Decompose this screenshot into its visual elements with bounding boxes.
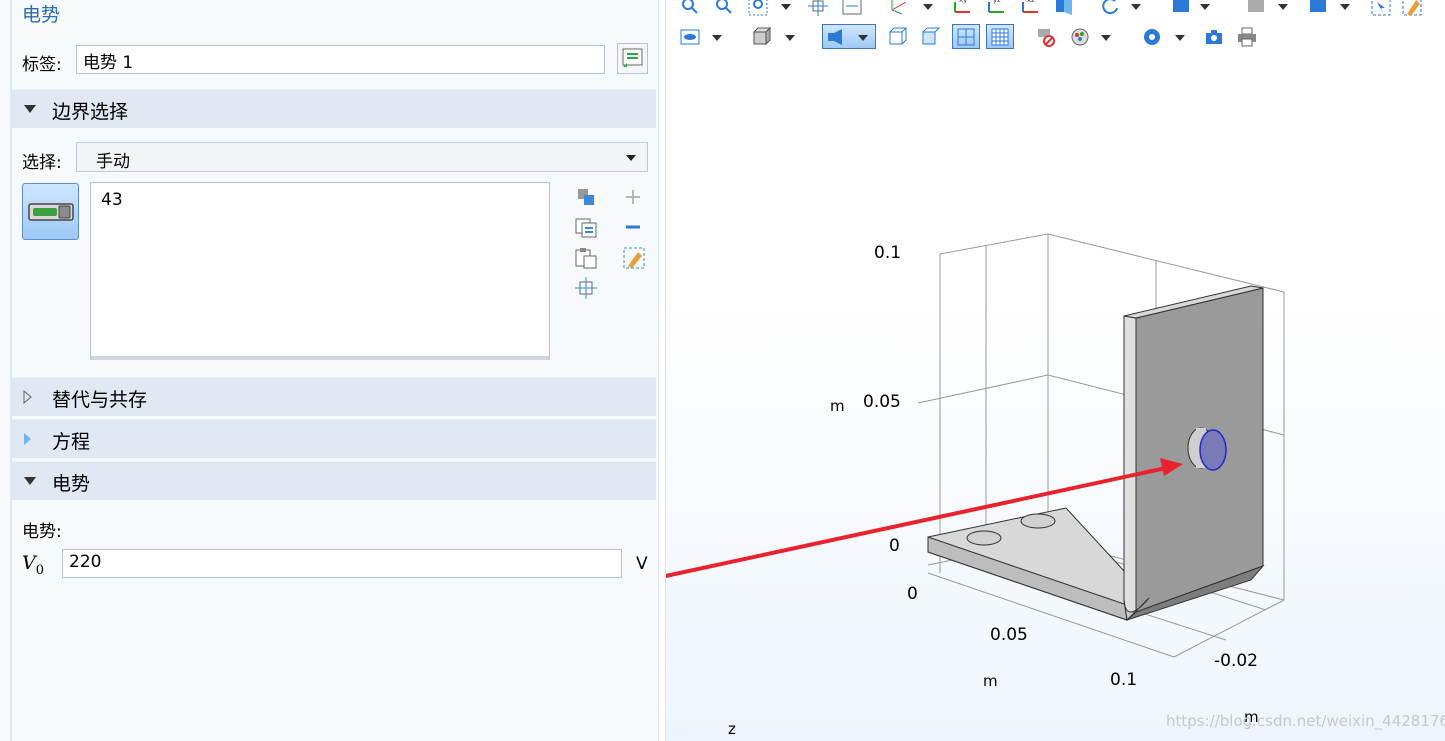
add-icon[interactable] [624, 188, 642, 206]
z-tick-mid: 0.05 [863, 392, 901, 412]
axis-z-label: z [728, 720, 736, 738]
x-tick-end: 0.1 [1110, 670, 1138, 690]
potential-unit: V [636, 554, 648, 574]
potential-input[interactable]: 220 [62, 549, 622, 578]
potential-symbol-letter: V [22, 552, 36, 574]
settings-panel: 电势 标签: 电势 1 边界选择 选择: 手动 43 替代与共存 方程 电势 电… [0, 0, 658, 741]
clipboard-icon[interactable] [574, 246, 598, 270]
potential-caption: 电势: [22, 522, 62, 542]
z-unit: m [830, 397, 845, 415]
selection-list-item[interactable]: 43 [101, 190, 123, 210]
section-label: 替代与共存 [52, 389, 148, 411]
expand-arrow-icon [23, 390, 32, 404]
clear-selection-icon[interactable] [622, 246, 646, 270]
z-tick-top: 0.1 [874, 243, 902, 263]
panel-title: 电势 [22, 4, 61, 26]
bracket-part[interactable] [927, 285, 1265, 622]
activate-selection-button[interactable] [22, 183, 79, 240]
remove-icon[interactable] [624, 218, 642, 236]
copy-selection-icon[interactable] [575, 186, 597, 208]
label-options-button[interactable] [617, 43, 648, 74]
y-tick-neg: -0.02 [1214, 651, 1258, 671]
section-label: 边界选择 [52, 101, 129, 123]
section-potential[interactable]: 电势 [12, 461, 656, 500]
collapse-arrow-icon [24, 477, 36, 485]
splitter[interactable] [658, 0, 666, 741]
selection-caption: 选择: [22, 153, 62, 173]
paste-list-icon[interactable] [574, 217, 598, 239]
section-label: 电势 [52, 473, 91, 495]
selection-dropdown[interactable]: 手动 [76, 142, 648, 172]
selection-dropdown-value: 手动 [96, 152, 130, 172]
graphics-window[interactable]: xy yz xz 0.1 0.05 m 0 0 0.05 m 0.1 -0.02… [666, 0, 1445, 741]
label-caption: 标签: [22, 55, 62, 75]
potential-symbol: V0 [22, 552, 44, 578]
section-boundary-selection[interactable]: 边界选择 [12, 89, 656, 128]
z-tick-zero: 0 [889, 536, 900, 556]
watermark: https://blog.csdn.net/weixin_44281768 [1166, 712, 1445, 730]
chevron-down-icon [626, 155, 636, 161]
document-icon [622, 48, 643, 67]
selection-list[interactable]: 43 [90, 182, 550, 360]
collapse-arrow-icon [24, 105, 36, 113]
3d-scene[interactable] [666, 0, 1445, 741]
x-unit: m [983, 672, 998, 690]
x-tick-mid: 0.05 [990, 625, 1028, 645]
x-tick-zero: 0 [907, 584, 918, 604]
expand-arrow-icon [24, 433, 31, 445]
toggle-switch-icon [28, 203, 74, 221]
label-input[interactable]: 电势 1 [76, 45, 605, 74]
section-label: 方程 [52, 431, 91, 453]
section-equation[interactable]: 方程 [12, 419, 656, 458]
zoom-selection-icon[interactable] [574, 276, 598, 300]
potential-symbol-subscript: 0 [35, 562, 45, 578]
section-override[interactable]: 替代与共存 [12, 377, 656, 416]
